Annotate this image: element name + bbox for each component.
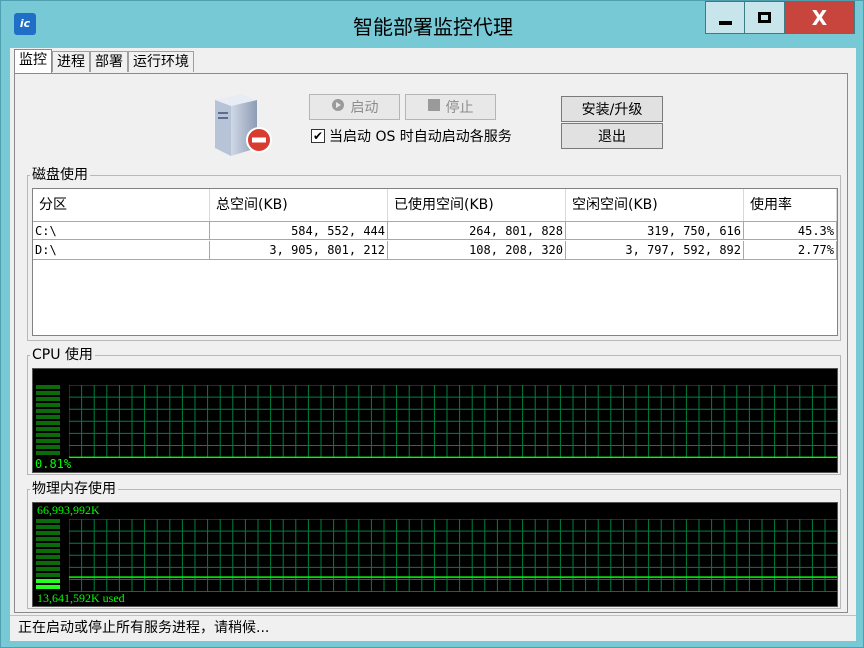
cell-partition: C:\ [33, 221, 210, 240]
memory-usage-group: 物理内存使用 66,993,992K 13,641,592K used [27, 480, 841, 609]
exit-button[interactable]: 退出 [561, 123, 663, 149]
meter-segment [36, 549, 60, 553]
memory-meter [36, 519, 62, 591]
meter-segment [36, 537, 60, 541]
meter-segment [36, 403, 60, 407]
cell-free: 3, 797, 592, 892 [566, 241, 744, 260]
meter-segment [36, 439, 60, 443]
meter-segment [36, 451, 60, 455]
client-area: 监控 进程 部署 运行环境 启动 停止 安装/升级 退出 ✔ 当启动 OS 时自… [10, 48, 856, 641]
meter-segment [36, 391, 60, 395]
cpu-monitor: 0.81% [32, 368, 838, 473]
memory-total: 66,993,992K [37, 503, 100, 517]
col-free[interactable]: 空闲空间(KB) [566, 189, 744, 221]
start-icon [331, 98, 345, 116]
memory-used: 13,641,592K used [37, 591, 125, 605]
exit-label: 退出 [598, 129, 626, 145]
table-row[interactable]: D:\ 3, 905, 801, 212 108, 208, 320 3, 79… [33, 241, 837, 260]
memory-monitor: 66,993,992K 13,641,592K used [32, 502, 838, 607]
stop-icon [427, 99, 440, 115]
cpu-usage-label: CPU 使用 [30, 346, 95, 364]
meter-segment [36, 543, 60, 547]
autostart-label: 当启动 OS 时自动启动各服务 [329, 129, 512, 145]
tab-strip: 监控 进程 部署 运行环境 [14, 49, 194, 73]
meter-segment [36, 555, 60, 559]
status-text: 正在启动或停止所有服务进程，请稍候... [18, 620, 270, 636]
col-partition[interactable]: 分区 [33, 189, 210, 221]
meter-segment [36, 397, 60, 401]
meter-segment [36, 573, 60, 577]
cpu-meter [36, 385, 62, 457]
cpu-percent: 0.81% [35, 457, 72, 471]
meter-segment [36, 409, 60, 413]
cell-used: 264, 801, 828 [388, 221, 566, 240]
maximize-icon [758, 12, 771, 23]
main-window: ic 智能部署监控代理 X 监控 进程 部署 运行环境 启动 停止 安装/升级 … [0, 0, 864, 648]
stop-button[interactable]: 停止 [405, 94, 496, 120]
col-total[interactable]: 总空间(KB) [210, 189, 388, 221]
table-row[interactable]: C:\ 584, 552, 444 264, 801, 828 319, 750… [33, 221, 837, 240]
tab-monitor[interactable]: 监控 [14, 49, 52, 73]
meter-segment [36, 525, 60, 529]
meter-segment [36, 415, 60, 419]
meter-segment [36, 567, 60, 571]
memory-history-graph [69, 519, 837, 592]
autostart-option[interactable]: ✔ 当启动 OS 时自动启动各服务 [311, 126, 512, 146]
tab-process[interactable]: 进程 [52, 51, 90, 72]
meter-segment [36, 385, 60, 389]
meter-segment [36, 531, 60, 535]
status-bar: 正在启动或停止所有服务进程，请稍候... [10, 615, 856, 641]
meter-segment [36, 519, 60, 523]
cell-used: 108, 208, 320 [388, 241, 566, 260]
tab-deploy[interactable]: 部署 [90, 51, 128, 72]
disk-usage-group: 磁盘使用 分区 总空间(KB) 已使用空间(KB) 空闲空间(KB) 使用率 C… [27, 166, 841, 341]
tab-runtime[interactable]: 运行环境 [128, 51, 194, 72]
stop-label: 停止 [445, 100, 474, 116]
close-button[interactable]: X [785, 1, 855, 34]
title-bar[interactable]: ic 智能部署监控代理 X [1, 1, 863, 41]
meter-segment [36, 445, 60, 449]
cell-total: 3, 905, 801, 212 [210, 241, 388, 260]
cell-rate: 2.77% [744, 241, 837, 260]
meter-segment [36, 579, 60, 583]
disk-table: 分区 总空间(KB) 已使用空间(KB) 空闲空间(KB) 使用率 C:\ 58… [32, 188, 838, 336]
maximize-button[interactable] [745, 1, 785, 34]
disk-usage-label: 磁盘使用 [30, 166, 90, 184]
cpu-usage-group: CPU 使用 0.81% [27, 346, 841, 475]
meter-segment [36, 585, 60, 589]
disk-table-header: 分区 总空间(KB) 已使用空间(KB) 空闲空间(KB) 使用率 [33, 189, 837, 221]
server-stopped-icon [215, 94, 272, 156]
memory-usage-label: 物理内存使用 [30, 480, 118, 498]
install-upgrade-button[interactable]: 安装/升级 [561, 96, 663, 122]
cell-partition: D:\ [33, 241, 210, 260]
cell-rate: 45.3% [744, 221, 837, 240]
meter-segment [36, 421, 60, 425]
meter-segment [36, 433, 60, 437]
cpu-history-graph [69, 385, 837, 458]
col-rate[interactable]: 使用率 [744, 189, 837, 221]
meter-segment [36, 561, 60, 565]
meter-segment [36, 427, 60, 431]
col-used[interactable]: 已使用空间(KB) [388, 189, 566, 221]
close-icon: X [811, 5, 828, 30]
start-button[interactable]: 启动 [309, 94, 400, 120]
start-label: 启动 [350, 100, 379, 116]
autostart-checkbox[interactable]: ✔ [311, 129, 325, 143]
monitor-panel: 启动 停止 安装/升级 退出 ✔ 当启动 OS 时自动启动各服务 磁盘使用 分区… [14, 73, 848, 613]
minimize-button[interactable] [705, 1, 745, 34]
minimize-icon [718, 20, 732, 25]
cell-free: 319, 750, 616 [566, 221, 744, 240]
install-upgrade-label: 安装/升级 [581, 102, 643, 118]
cell-total: 584, 552, 444 [210, 221, 388, 240]
